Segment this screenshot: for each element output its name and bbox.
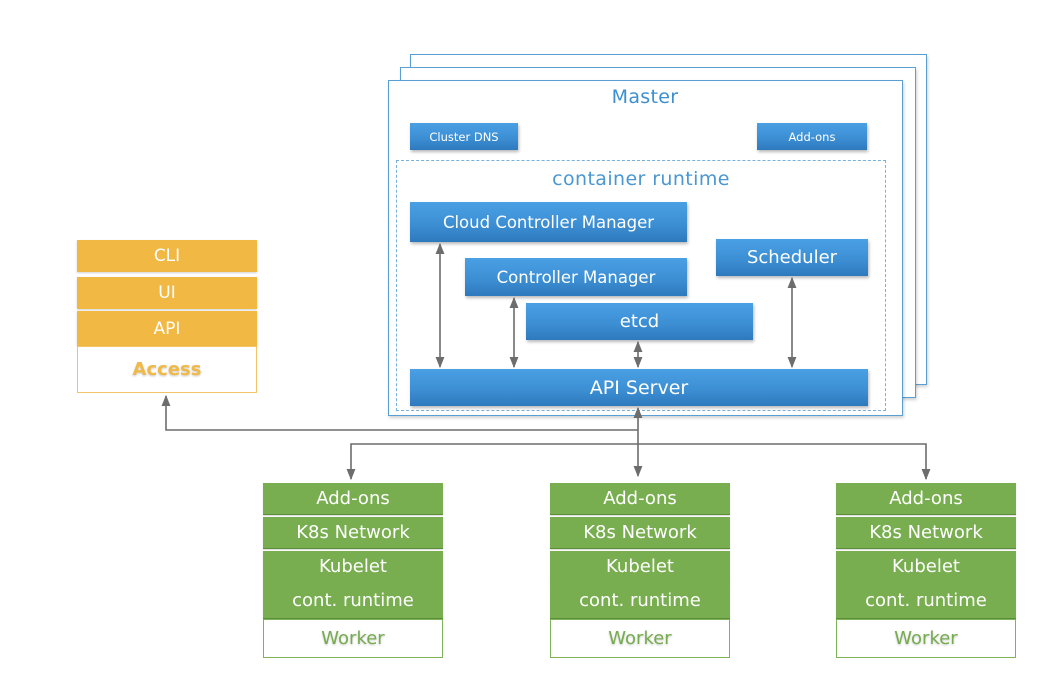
worker-2-k8s-network[interactable]: K8s Network (550, 517, 730, 549)
cloud-controller-manager-box[interactable]: Cloud Controller Manager (410, 202, 687, 242)
access-label-box: Access (77, 346, 257, 393)
cluster-dns-box[interactable]: Cluster DNS (410, 123, 518, 150)
master-addons-label: Add-ons (788, 129, 836, 144)
worker-1-label: Worker (321, 628, 385, 649)
worker-1-cont-runtime[interactable]: cont. runtime (263, 582, 443, 619)
worker-3-label: Worker (894, 628, 958, 649)
scheduler-box[interactable]: Scheduler (716, 239, 868, 276)
worker-3-k8s-network[interactable]: K8s Network (836, 517, 1016, 549)
scheduler-label: Scheduler (746, 247, 838, 268)
worker-3-k8s-network-label: K8s Network (869, 522, 983, 543)
master-addons-box[interactable]: Add-ons (757, 123, 867, 150)
worker-1-addons[interactable]: Add-ons (263, 483, 443, 515)
worker-2-kubelet-label: Kubelet (606, 556, 674, 577)
api-server-label: API Server (589, 376, 689, 399)
arrow-to-worker-1 (346, 443, 638, 481)
worker-3-addons-label: Add-ons (889, 488, 963, 509)
worker-1-label-box: Worker (263, 619, 443, 658)
worker-1-addons-label: Add-ons (316, 488, 390, 509)
worker-2-label-box: Worker (550, 619, 730, 658)
access-layer-cli[interactable]: CLI (77, 240, 257, 272)
worker-node-1: Add-ons K8s Network Kubelet cont. runtim… (263, 483, 443, 658)
worker-3-label-box: Worker (836, 619, 1016, 658)
master-title: Master (611, 86, 679, 108)
worker-node-2: Add-ons K8s Network Kubelet cont. runtim… (550, 483, 730, 658)
worker-1-cont-runtime-label: cont. runtime (292, 589, 414, 611)
container-runtime-title: container runtime (552, 168, 730, 190)
worker-1-kubelet-label: Kubelet (319, 556, 387, 577)
worker-3-cont-runtime-label: cont. runtime (865, 589, 987, 611)
worker-2-cont-runtime[interactable]: cont. runtime (550, 582, 730, 619)
worker-1-k8s-network[interactable]: K8s Network (263, 517, 443, 549)
cluster-dns-label: Cluster DNS (429, 129, 499, 144)
controller-manager-box[interactable]: Controller Manager (465, 258, 687, 296)
etcd-box[interactable]: etcd (526, 303, 753, 340)
access-layer-ui-label: UI (158, 283, 176, 303)
worker-3-addons[interactable]: Add-ons (836, 483, 1016, 515)
access-layer-cli-label: CLI (153, 246, 181, 266)
etcd-label: etcd (619, 311, 660, 332)
worker-2-label: Worker (608, 628, 672, 649)
controller-manager-label: Controller Manager (496, 267, 656, 287)
worker-3-kubelet[interactable]: Kubelet (836, 551, 1016, 583)
worker-3-kubelet-label: Kubelet (892, 556, 960, 577)
worker-node-3: Add-ons K8s Network Kubelet cont. runtim… (836, 483, 1016, 658)
access-layer-api[interactable]: API (77, 311, 257, 346)
access-layer-ui[interactable]: UI (77, 277, 257, 309)
access-layer-api-label: API (153, 318, 181, 339)
worker-3-cont-runtime[interactable]: cont. runtime (836, 582, 1016, 619)
arrow-to-worker-3 (638, 443, 931, 481)
worker-2-addons[interactable]: Add-ons (550, 483, 730, 515)
worker-2-kubelet[interactable]: Kubelet (550, 551, 730, 583)
worker-1-k8s-network-label: K8s Network (296, 522, 410, 543)
access-label: Access (132, 359, 202, 380)
worker-2-addons-label: Add-ons (603, 488, 677, 509)
worker-2-cont-runtime-label: cont. runtime (579, 589, 701, 611)
worker-2-k8s-network-label: K8s Network (583, 522, 697, 543)
worker-1-kubelet[interactable]: Kubelet (263, 551, 443, 583)
api-server-box[interactable]: API Server (410, 369, 868, 406)
cloud-controller-manager-label: Cloud Controller Manager (442, 212, 655, 232)
